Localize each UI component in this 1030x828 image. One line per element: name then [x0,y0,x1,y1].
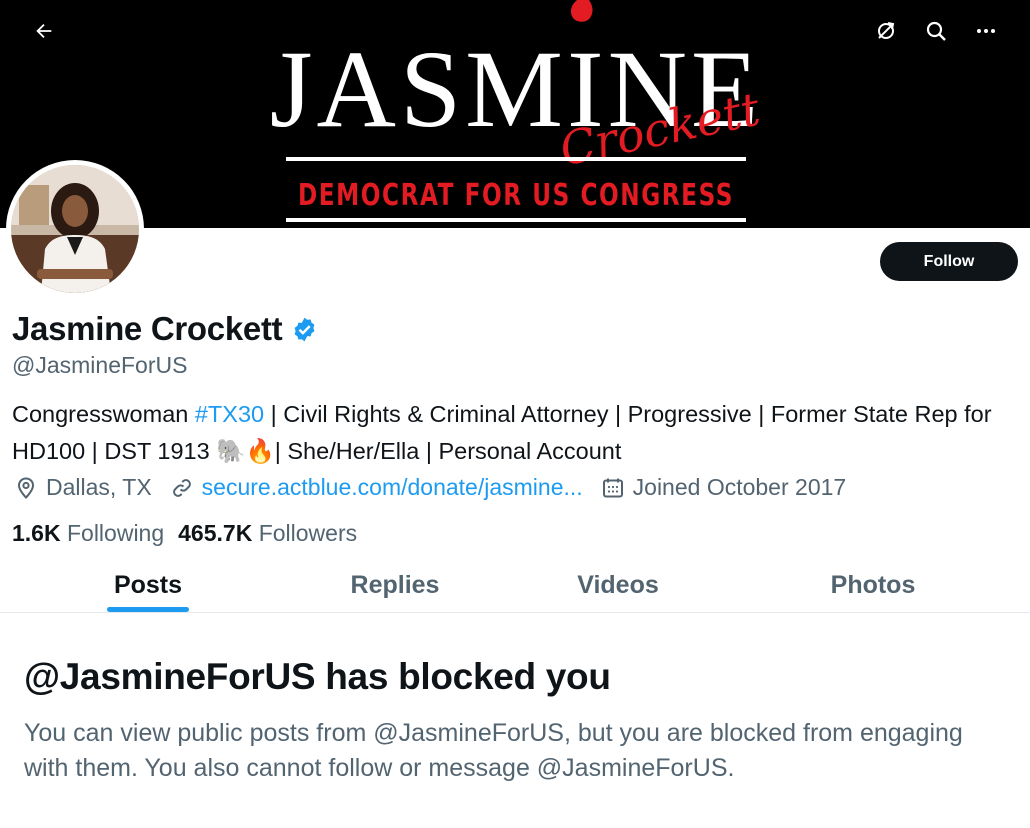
followers-label: Followers [258,520,358,546]
followers-count: 465.7K [178,520,253,546]
follow-stats: 1.6K Following 465.7K Followers [12,520,371,547]
bio-text-1: Congresswoman [12,401,195,427]
calendar-icon [602,478,623,497]
verified-badge-icon[interactable] [291,316,318,343]
profile-banner[interactable]: JASMINE Crockett DEMOCRAT FOR US CONGRES… [0,0,1030,228]
location-pin-icon [17,476,35,499]
tab-replies[interactable]: Replies [315,558,475,613]
translate-button[interactable] [868,13,904,49]
tab-videos[interactable]: Videos [538,558,698,613]
location-text: Dallas, TX [46,474,152,500]
profile-meta: Dallas, TX secure.actblue.com/donate/jas… [14,474,864,501]
blocked-title: @JasmineForUS has blocked you [24,656,611,697]
search-icon [926,21,946,41]
avatar[interactable] [6,160,144,298]
following-count: 1.6K [12,520,61,546]
joined-item: Joined October 2017 [601,474,847,501]
profile-bio: Congresswoman #TX30 | Civil Rights & Cri… [12,396,1012,470]
location-item: Dallas, TX [14,474,152,501]
profile-name-row: Jasmine Crockett [12,310,318,348]
more-horizontal-icon [977,29,995,33]
display-name: Jasmine Crockett [12,310,283,347]
translate-off-icon [878,22,895,39]
following-label: Following [66,520,165,546]
back-button[interactable] [26,13,62,49]
website-item: secure.actblue.com/donate/jasmine... [170,474,583,501]
link-icon [172,478,191,497]
profile-tabs: Posts Replies Videos Photos [0,558,1030,613]
active-tab-indicator [107,607,189,612]
more-button[interactable] [968,13,1004,49]
bio-hashtag-link[interactable]: #TX30 [195,401,264,427]
following-link[interactable]: 1.6K Following [12,520,164,547]
user-handle: @JasmineForUS [12,352,188,378]
followers-link[interactable]: 465.7K Followers [178,520,357,547]
avatar-photo [11,165,139,293]
tab-photos[interactable]: Photos [793,558,953,613]
arrow-left-icon [36,23,52,39]
tab-posts[interactable]: Posts [68,558,228,613]
banner-tagline: DEMOCRAT FOR US CONGRESS [298,178,734,213]
follow-button[interactable]: Follow [880,242,1018,281]
joined-text: Joined October 2017 [632,474,847,500]
blocked-message: You can view public posts from @JasmineF… [24,719,963,782]
search-button[interactable] [918,13,954,49]
website-link[interactable]: secure.actblue.com/donate/jasmine... [202,474,583,501]
